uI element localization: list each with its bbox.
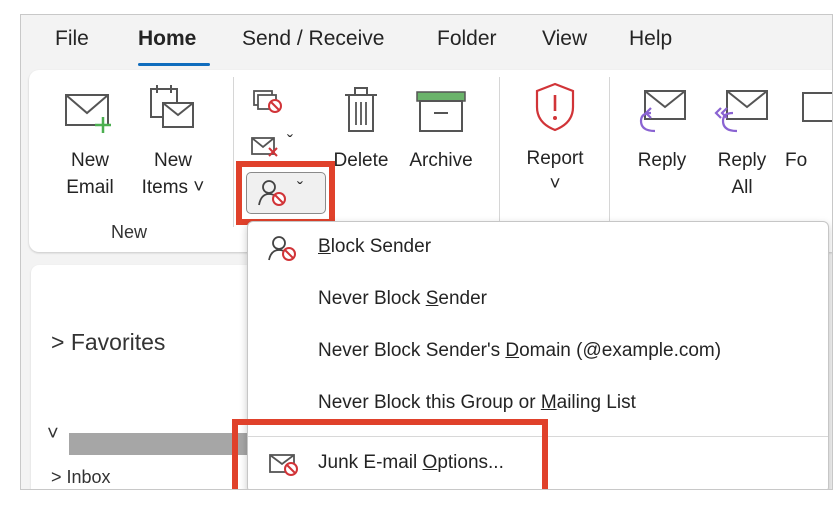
menu-label: Never Block Sender's Domain (@example.co… bbox=[318, 340, 722, 361]
cleanup-icon bbox=[251, 137, 278, 157]
ribbon-divider bbox=[499, 77, 500, 227]
ribbon-divider bbox=[609, 77, 610, 227]
archive-label: Archive bbox=[409, 150, 473, 171]
tab-help[interactable]: Help bbox=[629, 27, 672, 51]
outlook-window: File Home Send / Receive Folder View Hel… bbox=[20, 14, 833, 490]
new-email-label-2: Email bbox=[66, 177, 114, 198]
cleanup-button[interactable]: ˇ bbox=[249, 132, 309, 162]
junk-options-highlight bbox=[232, 419, 548, 489]
junk-button-highlight bbox=[236, 161, 335, 225]
active-tab-indicator bbox=[138, 63, 210, 66]
forward-label: Fo bbox=[785, 150, 808, 171]
new-items-button[interactable]: New Items ˅ bbox=[133, 83, 213, 205]
new-items-label-2: Items ˅ bbox=[141, 177, 205, 198]
forward-button[interactable]: Fo bbox=[785, 83, 832, 203]
delete-button[interactable]: Delete bbox=[327, 83, 395, 193]
report-icon bbox=[535, 82, 575, 132]
reply-all-label-1: Reply bbox=[717, 150, 767, 171]
menu-label: Block Sender bbox=[318, 236, 432, 257]
new-items-icon bbox=[150, 85, 194, 128]
tab-folder[interactable]: Folder bbox=[437, 27, 497, 51]
ignore-icon[interactable] bbox=[251, 87, 285, 115]
menu-label: Never Block Sender bbox=[318, 288, 487, 309]
ribbon-divider bbox=[233, 77, 234, 227]
menu-item-never-block-group[interactable]: Never Block this Group or Mailing List bbox=[248, 382, 828, 424]
report-chevron-icon: ˅ bbox=[549, 174, 561, 195]
menu-item-never-block-domain[interactable]: Never Block Sender's Domain (@example.co… bbox=[248, 330, 828, 372]
reply-label: Reply bbox=[637, 150, 687, 171]
archive-button[interactable]: Archive bbox=[401, 83, 481, 193]
navigation-pane bbox=[31, 265, 256, 489]
new-email-button[interactable]: New Email bbox=[55, 83, 125, 205]
archive-icon bbox=[416, 91, 466, 132]
new-items-label-1: New bbox=[153, 150, 192, 171]
new-email-icon bbox=[65, 94, 111, 133]
group-label-new: New bbox=[111, 222, 148, 242]
tab-home[interactable]: Home bbox=[138, 27, 196, 51]
menu-item-block-sender[interactable]: Block Sender bbox=[248, 226, 828, 268]
favorites-folder[interactable]: > Favorites bbox=[51, 329, 165, 356]
delete-icon bbox=[345, 87, 377, 132]
block-sender-icon bbox=[268, 236, 296, 261]
menu-label: Never Block this Group or Mailing List bbox=[318, 392, 636, 413]
reply-button[interactable]: Reply bbox=[625, 83, 699, 203]
reply-all-label-2: All bbox=[731, 177, 753, 198]
new-email-label-1: New bbox=[70, 150, 109, 171]
account-expand-icon[interactable]: ˅ bbox=[47, 423, 59, 446]
forward-icon bbox=[802, 92, 832, 122]
report-button[interactable]: Report ˅ bbox=[515, 79, 595, 209]
tab-send-receive[interactable]: Send / Receive bbox=[242, 27, 384, 51]
delete-label: Delete bbox=[333, 150, 389, 171]
account-name-redacted bbox=[69, 433, 259, 455]
tab-view[interactable]: View bbox=[542, 27, 587, 51]
reply-all-icon bbox=[714, 90, 768, 133]
inbox-folder[interactable]: > Inbox bbox=[51, 467, 111, 488]
reply-all-button[interactable]: Reply All bbox=[705, 83, 779, 213]
report-label: Report bbox=[526, 148, 584, 169]
tab-file[interactable]: File bbox=[55, 27, 89, 51]
reply-icon bbox=[639, 90, 686, 133]
chevron-down-icon: ˇ bbox=[287, 132, 293, 152]
menu-item-never-block-sender[interactable]: Never Block Sender bbox=[248, 278, 828, 320]
